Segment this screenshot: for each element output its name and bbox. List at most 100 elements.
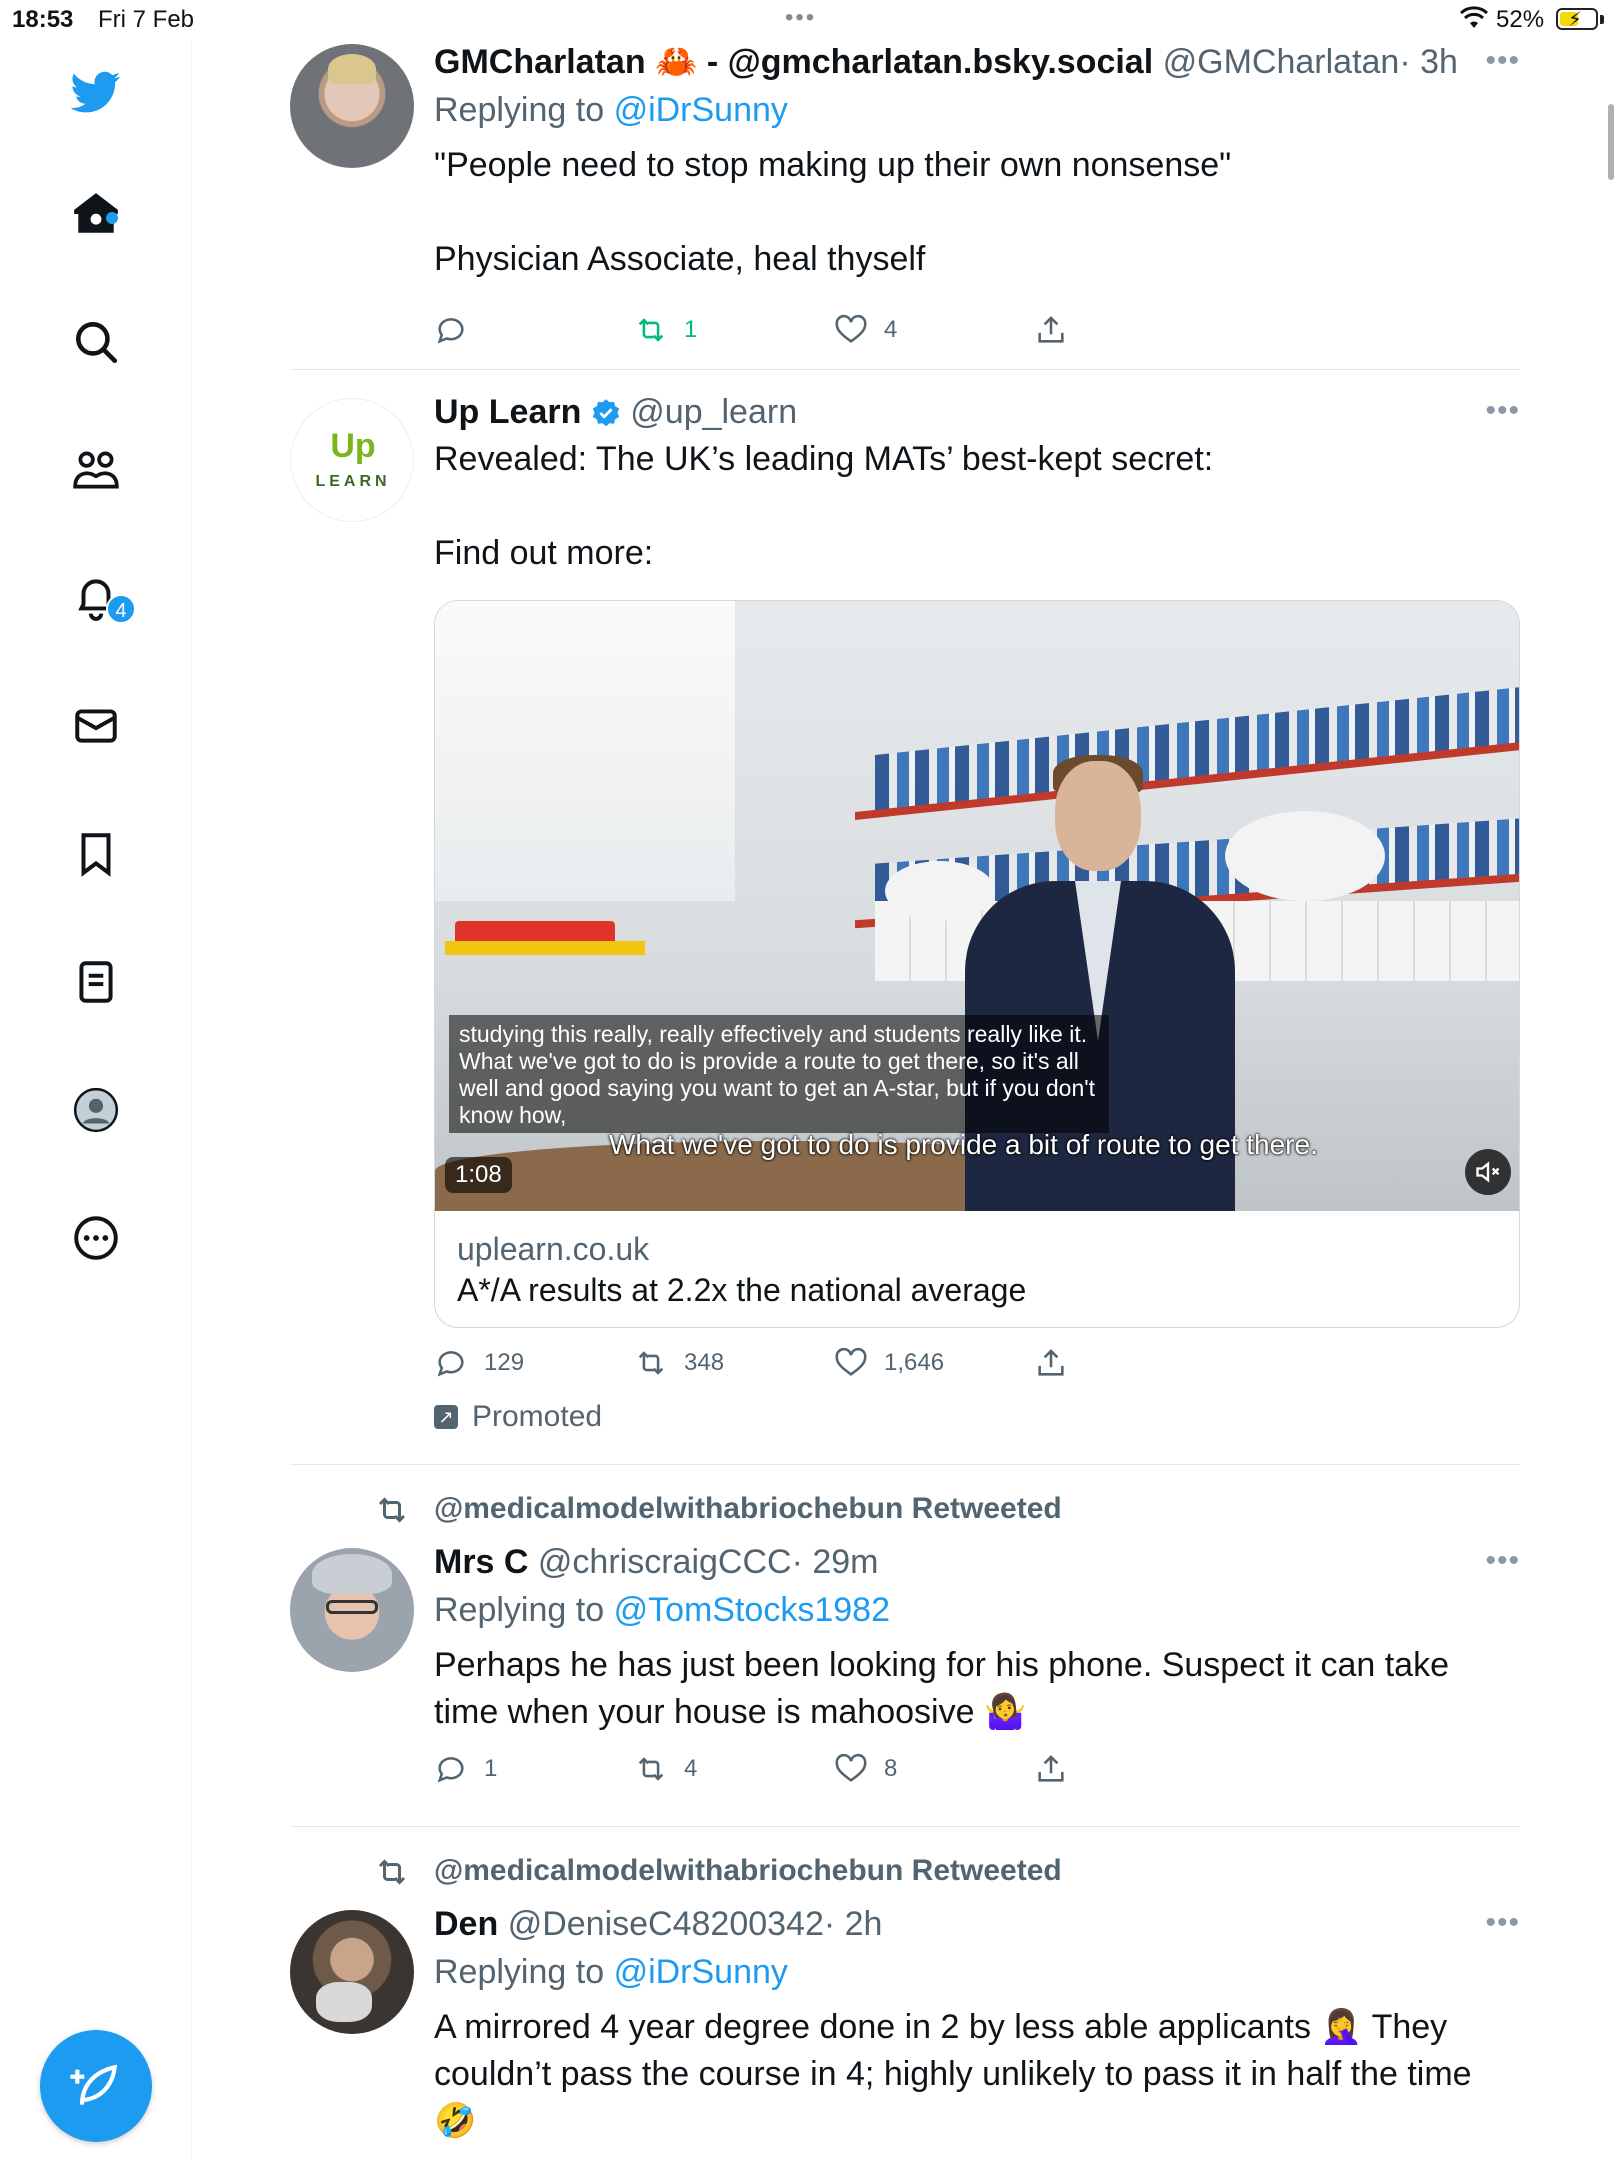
reply-count: 129 <box>484 1349 525 1376</box>
tweet-text: A mirrored 4 year degree done in 2 by le… <box>434 2008 1472 2140</box>
reply-button[interactable]: 129 <box>434 1346 524 1380</box>
author-name[interactable]: GMCharlatan 🦀 - @gmcharlatan.bsky.social <box>434 43 1153 81</box>
tweet-header: GMCharlatan 🦀 - @gmcharlatan.bsky.social… <box>434 40 1520 84</box>
retweet-icon <box>638 1757 664 1781</box>
share-icon <box>1038 1349 1064 1376</box>
avatar[interactable] <box>290 1910 414 2034</box>
communities-icon[interactable] <box>64 438 128 502</box>
promoted-text: Promoted <box>472 1400 603 1433</box>
tweet[interactable]: GMCharlatan 🦀 - @gmcharlatan.bsky.social… <box>290 40 1520 370</box>
replying-to-link[interactable]: @TomStocks1982 <box>614 1591 890 1629</box>
up-learn-logo-bottom: LEARN <box>315 473 391 490</box>
mute-button[interactable] <box>1465 1149 1511 1195</box>
notifications-badge: 4 <box>106 594 136 624</box>
tweet-header: Mrs C @chriscraigCCC· 29m <box>434 1540 1520 1584</box>
like-button[interactable]: 8 <box>834 1752 897 1786</box>
retweet-button[interactable]: 4 <box>634 1752 697 1786</box>
like-button[interactable]: 4 <box>834 313 897 347</box>
video-player[interactable]: studying this really, really effectively… <box>435 601 1519 1211</box>
scrollbar[interactable] <box>1608 104 1614 180</box>
retweet-icon <box>638 318 664 342</box>
retweet-count: 348 <box>684 1349 725 1376</box>
bookmark-icon[interactable] <box>64 822 128 886</box>
card-title: A*/A results at 2.2x the national averag… <box>457 1272 1027 1308</box>
replying-to-link[interactable]: @iDrSunny <box>614 1953 788 1991</box>
tweet-actions: 129 348 1,646 <box>434 1346 1520 1392</box>
avatar[interactable] <box>290 44 414 168</box>
verified-badge-icon <box>592 399 619 427</box>
divider <box>290 1826 1520 1827</box>
retweeted-by-text: @medicalmodelwithabriochebun Retweeted <box>434 1854 1062 1887</box>
author-name[interactable]: Up Learn <box>434 393 581 431</box>
share-button[interactable] <box>1034 1346 1068 1380</box>
heart-icon <box>835 1753 867 1782</box>
like-count: 8 <box>884 1755 898 1782</box>
tweet[interactable]: @medicalmodelwithabriochebun Retweeted D… <box>290 1852 1520 2160</box>
promoted-arrow-icon: ↗ <box>434 1405 458 1429</box>
tweet-time[interactable]: · 2h <box>824 1905 883 1943</box>
retweet-icon <box>378 1497 406 1523</box>
video-duration: 1:08 <box>445 1157 512 1193</box>
card-info[interactable]: uplearn.co.uk A*/A results at 2.2x the n… <box>435 1211 1519 1327</box>
reply-button[interactable] <box>434 313 484 347</box>
reply-button[interactable]: 1 <box>434 1752 497 1786</box>
media-card[interactable]: studying this really, really effectively… <box>434 600 1520 1328</box>
reply-icon <box>437 318 464 344</box>
tweet[interactable]: @medicalmodelwithabriochebun Retweeted M… <box>290 1490 1520 1822</box>
share-button[interactable] <box>1034 313 1068 347</box>
divider <box>290 1464 1520 1465</box>
twitter-bird-icon[interactable] <box>64 60 128 124</box>
replying-prefix: Replying to <box>434 91 605 129</box>
share-button[interactable] <box>1034 1752 1068 1786</box>
author-handle[interactable]: @up_learn <box>630 393 797 431</box>
search-icon[interactable] <box>64 310 128 374</box>
avatar[interactable] <box>290 1548 414 1672</box>
promoted-label: ↗ Promoted <box>434 1400 602 1434</box>
lists-icon[interactable] <box>64 950 128 1014</box>
like-button[interactable]: 1,646 <box>834 1346 944 1380</box>
up-learn-logo-top: Up <box>330 427 376 465</box>
divider <box>290 369 1520 370</box>
replying-to: Replying to @TomStocks1982 <box>434 1588 1520 1632</box>
multitasking-dots-icon[interactable]: ••• <box>785 4 816 32</box>
more-options-icon[interactable]: ••• <box>1485 1544 1520 1578</box>
share-icon <box>1038 316 1064 343</box>
heart-icon <box>835 1347 867 1376</box>
author-handle[interactable]: @DeniseC48200342 <box>508 1905 824 1943</box>
more-options-icon[interactable]: ••• <box>1485 1906 1520 1940</box>
more-circle-icon[interactable] <box>64 1206 128 1270</box>
home-icon[interactable] <box>64 182 128 246</box>
home-notification-dot <box>106 212 118 224</box>
author-handle[interactable]: @GMCharlatan <box>1163 43 1400 81</box>
tweet[interactable]: Up LEARN Up Learn @up_learn ••• Revealed… <box>290 390 1520 1464</box>
retweet-button[interactable]: 348 <box>634 1346 724 1380</box>
more-options-icon[interactable]: ••• <box>1485 394 1520 428</box>
author-handle[interactable]: @chriscraigCCC <box>538 1543 792 1581</box>
tweet-header: Den @DeniseC48200342· 2h <box>434 1902 1520 1946</box>
tweet-time[interactable]: · 3h <box>1399 43 1458 81</box>
profile-icon[interactable] <box>64 1078 128 1142</box>
video-subtitle: studying this really, really effectively… <box>449 1015 1109 1133</box>
tweet-text: Perhaps he has just been looking for his… <box>434 1646 1449 1731</box>
compose-button[interactable] <box>40 2030 152 2142</box>
author-name[interactable]: Den <box>434 1905 498 1943</box>
retweet-count: 4 <box>684 1755 698 1782</box>
more-options-icon[interactable]: ••• <box>1485 44 1520 78</box>
tweet-actions: 1 4 <box>434 313 1520 359</box>
avatar[interactable]: Up LEARN <box>290 398 414 522</box>
mail-icon[interactable] <box>64 694 128 758</box>
tweet-actions: 1 4 8 <box>434 1752 1520 1798</box>
tweet-time[interactable]: · 29m <box>792 1543 879 1581</box>
compose-feather-icon <box>70 2064 118 2105</box>
retweet-button[interactable]: 1 <box>634 313 697 347</box>
status-bar: 18:53 Fri 7 Feb ••• 52% ⚡ <box>0 0 1620 40</box>
replying-to-link[interactable]: @iDrSunny <box>614 91 788 129</box>
author-name[interactable]: Mrs C <box>434 1543 528 1581</box>
tweet-text: Revealed: The UK’s leading MATs’ best-ke… <box>434 440 1214 572</box>
retweet-icon <box>638 1351 664 1375</box>
battery-percent: 52% <box>1496 6 1545 33</box>
heart-icon <box>835 314 867 343</box>
reply-icon <box>437 1351 464 1377</box>
retweet-icon <box>378 1859 406 1885</box>
like-count: 4 <box>884 316 898 343</box>
